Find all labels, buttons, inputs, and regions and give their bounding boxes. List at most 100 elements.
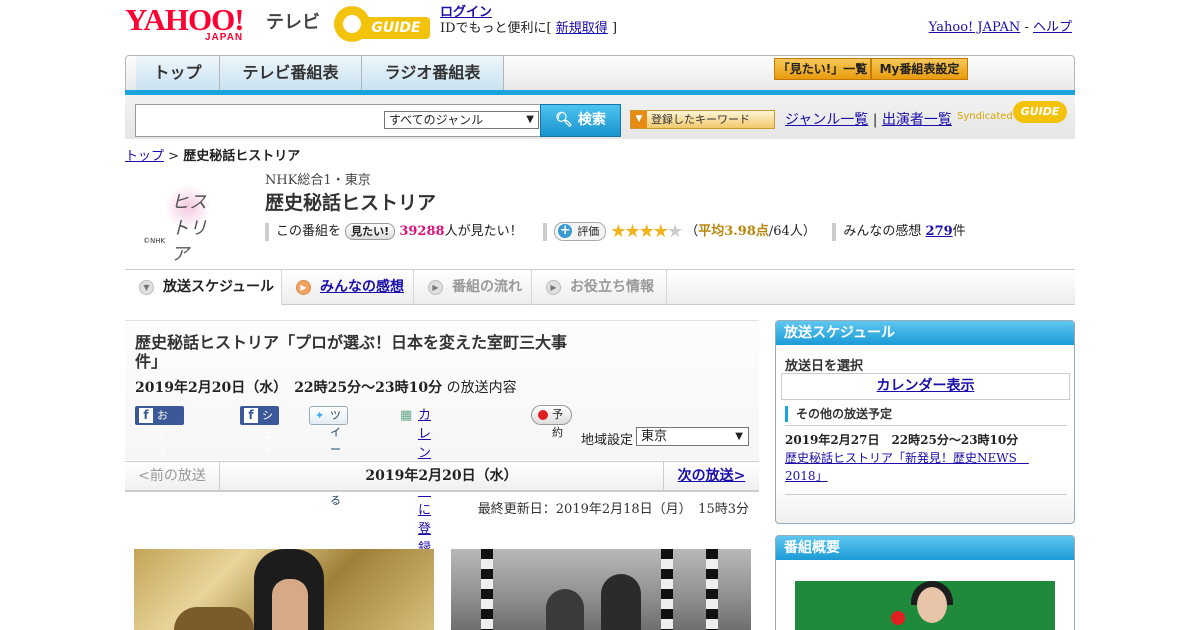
photo-flower xyxy=(891,611,905,625)
watch-suffix: 人が見たい！ xyxy=(444,224,523,239)
divider xyxy=(785,494,1067,495)
other-schedule-date: 2019年2月27日 22時25分～23時10分 xyxy=(785,433,1019,447)
dropdown-arrow-icon: ▼ xyxy=(735,431,743,442)
help-link[interactable]: ヘルプ xyxy=(1033,20,1072,35)
gguide-logo: GUIDE xyxy=(334,6,434,42)
last-updated: 最終更新日：2019年2月18日（月） 15時3分 xyxy=(477,502,749,517)
genre-select[interactable]: すべてのジャンル ▼ xyxy=(384,111,539,129)
yahoo-japan-link[interactable]: Yahoo! JAPAN xyxy=(929,20,1021,35)
tab-schedule[interactable]: ▼ 放送スケジュール xyxy=(125,270,282,305)
nav-tab-radio-schedule[interactable]: ラジオ番組表 xyxy=(362,56,504,90)
breadcrumb-separator: > xyxy=(168,149,180,164)
search-button-label: 検索 xyxy=(577,112,606,128)
arrow-right-icon: ▶ xyxy=(546,280,561,295)
service-name: テレビ xyxy=(266,12,320,33)
tweet-button[interactable]: ツイートする xyxy=(309,406,348,507)
pager-current-date: 2019年2月20日（水） xyxy=(365,468,518,484)
photo-helmet xyxy=(601,574,641,630)
tab-reviews[interactable]: ▶ みんなの感想 xyxy=(282,270,414,305)
region-selected: 東京 xyxy=(641,429,668,444)
my-schedule-settings-button[interactable]: My番組表設定 xyxy=(871,58,968,80)
other-schedule-label: その他の放送予定 xyxy=(785,406,892,422)
gguide-small-logo: GUIDE xyxy=(1013,101,1067,123)
stat-divider xyxy=(543,222,548,241)
photo-helmet xyxy=(546,589,584,630)
signup-link[interactable]: 新規取得 xyxy=(556,21,608,36)
reserve-button[interactable]: 予約 xyxy=(531,405,572,439)
syndicated-gguide-logo: Syndicated GUIDE xyxy=(957,101,1069,127)
episode-date-line: 2019年2月20日（水） 22時25分～23時10分 の放送内容 xyxy=(135,377,517,397)
region-select[interactable]: 東京 ▼ xyxy=(636,427,749,446)
link-divider: | xyxy=(872,112,878,128)
link-separator: - xyxy=(1024,20,1029,35)
calendar-display-button[interactable]: カレンダー表示 xyxy=(781,373,1070,400)
reviews-count-link[interactable]: 279 xyxy=(926,224,953,239)
other-schedule-link[interactable]: 歴史秘話ヒストリア「新発見！歴史NEWS 2018」 xyxy=(785,449,1055,485)
reviews-label: みんなの感想 xyxy=(843,224,922,239)
search-links: ジャンル一覧 | 出演者一覧 xyxy=(785,109,952,129)
cast-list-link[interactable]: 出演者一覧 xyxy=(882,112,952,128)
arrow-down-icon: ▼ xyxy=(139,280,154,295)
dropdown-arrow-icon: ▼ xyxy=(526,114,534,125)
logo-text: YAHOO! xyxy=(125,2,245,37)
facebook-share-button[interactable]: シェア xyxy=(240,406,279,460)
triangle-down-icon: ▼ xyxy=(631,111,647,128)
program-logo: ヒストリア ©NHK xyxy=(143,176,223,265)
rating-stars: ★★★★★ xyxy=(610,221,683,242)
photo-bowl xyxy=(174,607,254,630)
top-links: Yahoo! JAPAN - ヘルプ xyxy=(929,16,1072,35)
tab-program-flow: ▶ 番組の流れ xyxy=(414,270,532,305)
prev-broadcast: <前の放送 xyxy=(125,461,220,492)
yahoo-japan-logo[interactable]: YAHOO! JAPAN xyxy=(125,2,260,43)
channel-name: NHK総合1・東京 xyxy=(265,173,371,188)
id-prefix: IDでもっと便利に[ xyxy=(440,21,552,36)
search-button[interactable]: 🔍︎ 検索 xyxy=(540,104,621,137)
photo-flag xyxy=(706,549,718,630)
id-suffix: ] xyxy=(611,21,618,36)
sidebar-summary: 番組概要 xyxy=(775,535,1075,630)
stat-divider xyxy=(832,222,837,241)
tab-reviews-label: みんなの感想 xyxy=(320,279,404,295)
nav-tab-top[interactable]: トップ xyxy=(136,56,220,90)
breadcrumb-home[interactable]: トップ xyxy=(125,149,164,164)
logo-credit: ©NHK xyxy=(143,237,166,245)
nav-tab-tv-schedule[interactable]: テレビ番組表 xyxy=(220,56,362,90)
episode-photo-2[interactable] xyxy=(451,549,751,630)
episode-title: 歴史秘話ヒストリア「プロが選ぶ！日本を変えた室町三大事件」 xyxy=(135,333,568,371)
rating-average: 平均3.98点 xyxy=(698,224,769,239)
star-filled-icons: ★★★★ xyxy=(610,221,669,242)
login-link[interactable]: ログイン xyxy=(440,5,492,20)
mitai-list-button[interactable]: 「見たい!」一覧 xyxy=(774,58,871,80)
star-empty-icon: ★ xyxy=(666,221,683,242)
registered-keyword-label: 登録したキーワード xyxy=(651,113,750,126)
mitai-button[interactable]: 見たい! xyxy=(345,223,396,240)
stat-divider xyxy=(265,222,269,241)
photo-person-face xyxy=(272,579,308,630)
episode-photo-1[interactable] xyxy=(134,549,434,630)
login-box: ログイン IDでもっと便利に[ 新規取得 ] xyxy=(440,5,617,37)
watch-prefix: この番組を xyxy=(276,224,342,239)
next-broadcast-link[interactable]: 次の放送> xyxy=(678,468,746,484)
logo-sub: JAPAN xyxy=(205,32,244,43)
next-broadcast-cell: 次の放送> xyxy=(663,461,759,492)
photo-flag xyxy=(481,549,493,630)
tab-useful-info-label: お役立ち情報 xyxy=(570,279,654,295)
search-icon: 🔍︎ xyxy=(555,112,573,128)
tab-schedule-label: 放送スケジュール xyxy=(163,279,275,295)
rate-button[interactable]: 評価 xyxy=(554,222,607,241)
genre-selected: すべてのジャンル xyxy=(389,113,484,127)
sidebar-schedule: 放送スケジュール 放送日を選択 カレンダー表示 その他の放送予定 2019年2月… xyxy=(775,320,1075,524)
registered-keyword-button[interactable]: ▼ 登録したキーワード xyxy=(630,110,775,129)
main-nav: トップ テレビ番組表 ラジオ番組表 「見たい!」一覧 My番組表設定 xyxy=(125,55,1075,91)
photo-flag xyxy=(661,549,673,630)
breadcrumb-current: 歴史秘話ヒストリア xyxy=(183,149,301,164)
arrow-right-icon: ▶ xyxy=(296,280,311,295)
reviews-unit: 件 xyxy=(952,224,966,239)
rating-open: （ xyxy=(685,224,699,239)
sidebar-summary-title: 番組概要 xyxy=(776,536,1074,560)
genre-list-link[interactable]: ジャンル一覧 xyxy=(785,112,868,128)
tab-program-flow-label: 番組の流れ xyxy=(452,279,522,295)
facebook-recommend-button[interactable]: おすすめ 252 xyxy=(135,406,184,498)
divider xyxy=(785,425,1067,426)
program-stats: この番組を 見たい! 39288人が見たい！ 評価 ★★★★★ （平均3.98点… xyxy=(265,220,966,242)
